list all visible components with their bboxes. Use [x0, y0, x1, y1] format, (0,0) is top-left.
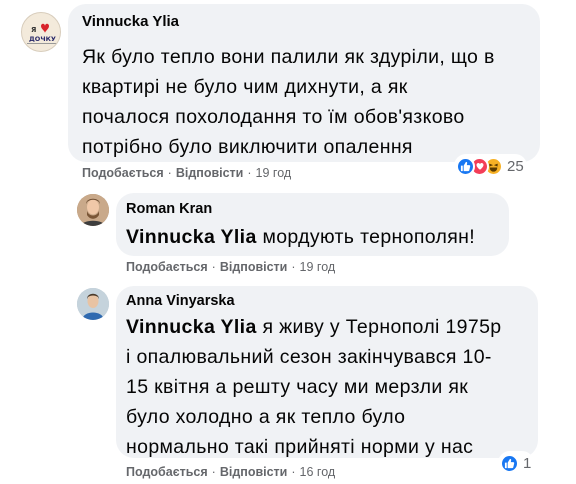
reply-actions: Подобається · Відповісти · 16 год [126, 465, 335, 479]
separator-dot: · [247, 166, 252, 180]
separator-dot: · [211, 465, 216, 479]
like-button[interactable]: Подобається [126, 465, 208, 479]
reply-button[interactable]: Відповісти [176, 166, 244, 180]
reply-author[interactable]: Roman Kran [126, 201, 212, 217]
reaction-count: 25 [507, 157, 524, 175]
heart-logo-avatar: Я ДОЧКУ [27, 23, 57, 44]
timestamp[interactable]: 19 год [256, 166, 292, 180]
comment-text-line: квартирі не було чим дихнути, а як [82, 76, 408, 98]
reply-button[interactable]: Відповісти [220, 465, 288, 479]
mention-link[interactable]: Vinnucka Ylia [126, 226, 257, 248]
like-icon [456, 156, 475, 176]
like-icon [500, 453, 519, 473]
reply-actions: Подобається · Відповісти · 19 год [126, 260, 335, 274]
reply-text-line: і опалювальний сезон закінчувався 10- [126, 346, 492, 368]
timestamp[interactable]: 16 год [300, 465, 336, 479]
svg-text:Я: Я [31, 26, 36, 34]
reply-text-line: мордують тернополян! [262, 226, 476, 248]
roman-avatar [77, 194, 109, 226]
svg-text:ДОЧКУ: ДОЧКУ [29, 35, 56, 43]
reply-text: Vinnucka Ylia мордують тернополян! [126, 222, 506, 252]
reply-button[interactable]: Відповісти [220, 260, 288, 274]
timestamp[interactable]: 19 год [300, 260, 336, 274]
separator-dot: · [291, 465, 296, 479]
comment-actions: Подобається · Відповісти · 19 год [82, 166, 291, 180]
reply-avatar[interactable] [77, 288, 109, 320]
like-button[interactable]: Подобається [126, 260, 208, 274]
comment-avatar[interactable]: Я ДОЧКУ [21, 12, 61, 52]
reply-avatar[interactable] [77, 194, 109, 226]
reply-text-line: 15 квітня а решту часу ми мерзли як [126, 376, 469, 398]
anna-avatar [77, 288, 109, 320]
reply-text: Vinnucka Ylia я живу у Тернополі 1975р і… [126, 312, 536, 462]
separator-dot: · [291, 260, 296, 274]
like-button[interactable]: Подобається [82, 166, 164, 180]
separator-dot: · [167, 166, 172, 180]
reactions-summary[interactable]: 1 [498, 451, 535, 475]
separator-dot: · [211, 260, 216, 274]
reply-text-span: я живу у Тернополі 1975р [262, 316, 502, 338]
comment-text-line: Як було тепло вони палили як здуріли, що… [82, 46, 495, 68]
reaction-count: 1 [523, 454, 532, 472]
reply-author[interactable]: Anna Vinyarska [126, 293, 235, 309]
mention-link[interactable]: Vinnucka Ylia [126, 316, 257, 338]
comment-author[interactable]: Vinnucka Ylia [82, 13, 179, 30]
reply-text-line: нормально такі прийняті норми у нас [126, 436, 474, 458]
reactions-summary[interactable]: 25 [454, 154, 527, 178]
reply-text-line: було холодно а як тепло було [126, 406, 406, 428]
comment-text: Як було тепло вони палили як здуріли, що… [82, 42, 537, 162]
reply-text-line: Vinnucka Ylia я живу у Тернополі 1975р [126, 312, 536, 342]
comment-text-line: почалося похолодання то їм обов'язково [82, 106, 465, 128]
